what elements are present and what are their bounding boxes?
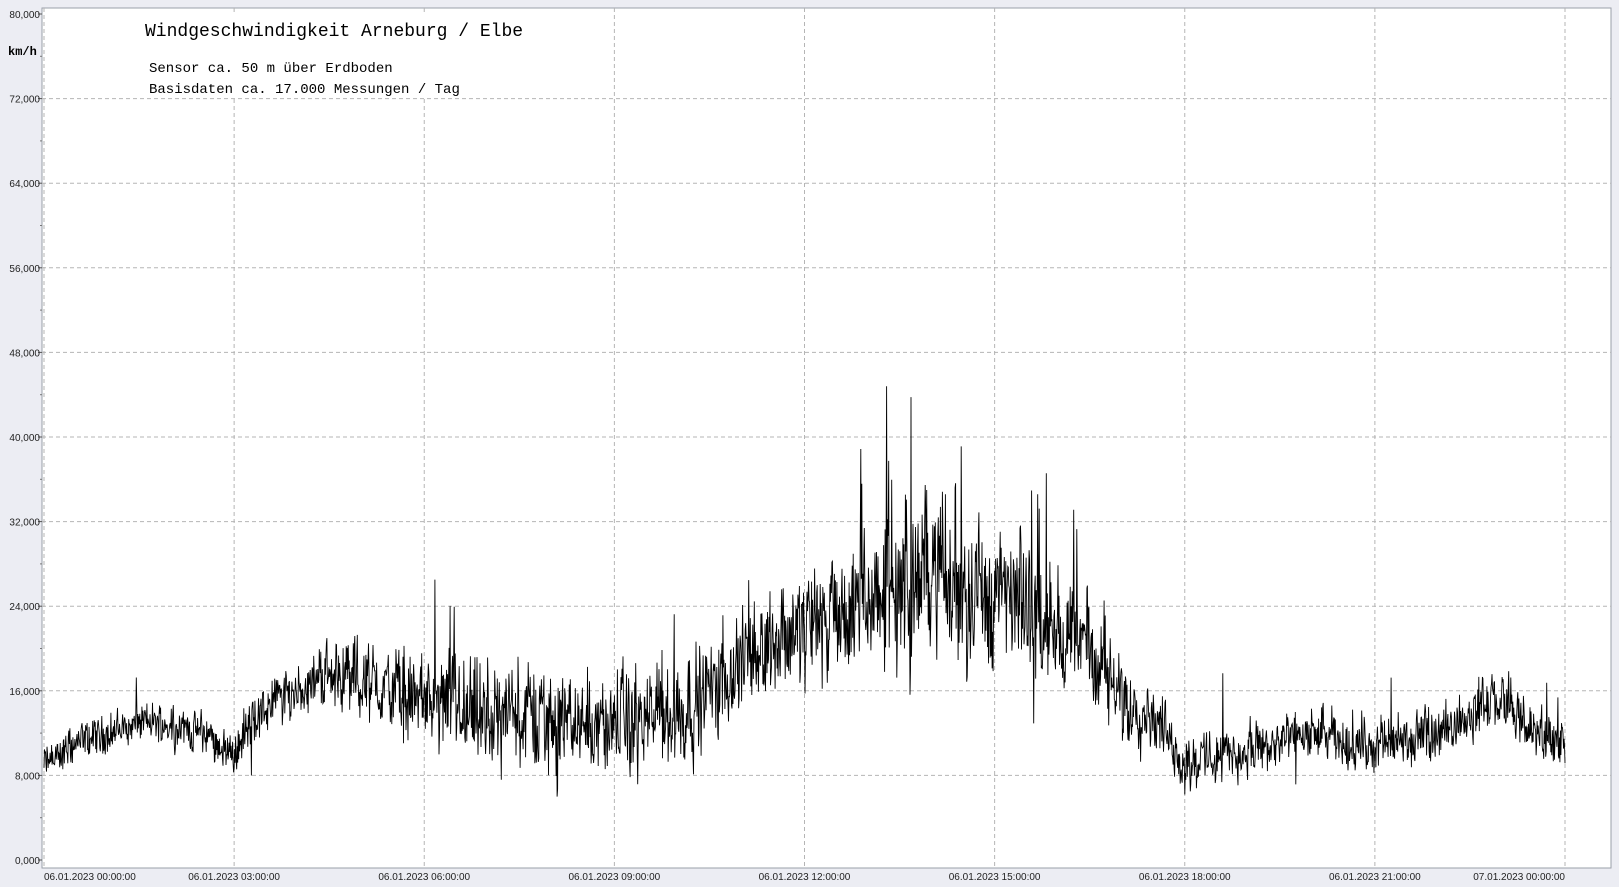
x-tick-label: 06.01.2023 03:00:00: [188, 872, 280, 883]
plot-area: [41, 7, 1612, 869]
y-tick-label: 64,000: [9, 179, 40, 190]
chart-title: Windgeschwindigkeit Arneburg / Elbe: [145, 22, 523, 42]
chart-subtitle-basis: Basisdaten ca. 17.000 Messungen / Tag: [149, 82, 460, 98]
x-tick-label: 06.01.2023 12:00:00: [759, 872, 851, 883]
x-tick-label: 06.01.2023 18:00:00: [1139, 872, 1231, 883]
x-tick-label: 06.01.2023 09:00:00: [568, 872, 660, 883]
y-tick-label: 32,000: [9, 518, 40, 529]
y-tick-label: 80,000: [9, 10, 40, 21]
y-tick-label: 56,000: [9, 264, 40, 275]
y-tick-labels: 0,000 8,000 16,000 24,000 32,000 40,000 48,000…: [9, 10, 42, 867]
y-tick-label: 40,000: [9, 433, 40, 444]
y-tick-label: 48,000: [9, 348, 40, 359]
x-tick-label: 06.01.2023 15:00:00: [949, 872, 1041, 883]
y-tick-label: 16,000: [9, 687, 40, 698]
chart-subtitle-sensor: Sensor ca. 50 m über Erdboden: [149, 61, 393, 77]
y-axis-unit: km/h: [8, 45, 37, 59]
x-tick-label: 06.01.2023 00:00:00: [44, 872, 136, 883]
wind-speed-chart: 0,000 8,000 16,000 24,000 32,000 40,000 48,000…: [8, 7, 1612, 883]
x-tick-label: 06.01.2023 06:00:00: [378, 872, 470, 883]
x-tick-label: 06.01.2023 21:00:00: [1329, 872, 1421, 883]
y-tick-label: 72,000: [9, 95, 40, 106]
y-tick-label: 24,000: [9, 602, 40, 613]
y-tick-label: 0,000: [15, 856, 40, 867]
x-tick-labels: 06.01.2023 00:00:00 06.01.2023 03:00:00 06…: [44, 872, 1565, 883]
x-tick-label: 07.01.2023 00:00:00: [1473, 872, 1565, 883]
y-tick-label: 8,000: [15, 771, 40, 782]
